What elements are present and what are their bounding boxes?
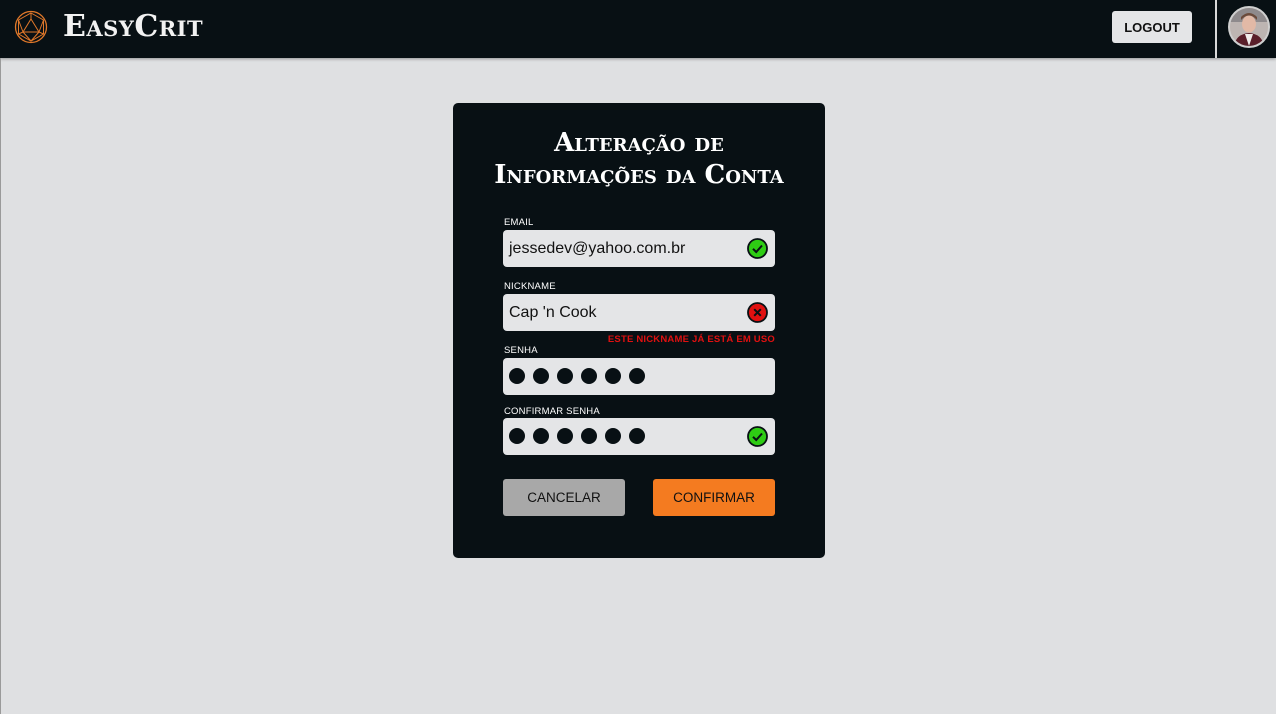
check-icon	[747, 238, 768, 259]
navbar-divider	[1215, 0, 1217, 58]
user-avatar[interactable]	[1228, 6, 1270, 48]
d20-icon[interactable]	[14, 10, 48, 44]
password-dot	[629, 368, 645, 384]
password-dot	[605, 428, 621, 444]
nickname-value: Cap 'n Cook	[509, 304, 597, 321]
password-dot	[509, 368, 525, 384]
account-edit-card: Alteração de Informações da Conta EMAIL …	[453, 103, 825, 558]
error-icon	[747, 302, 768, 323]
password-dot	[605, 368, 621, 384]
password-dot	[533, 428, 549, 444]
top-navbar: EasyCrit LOGOUT	[0, 0, 1276, 58]
page-left-border	[0, 58, 1, 714]
logout-button[interactable]: LOGOUT	[1112, 11, 1192, 43]
email-label: EMAIL	[504, 217, 534, 228]
password-field[interactable]	[503, 358, 775, 395]
password-label: SENHA	[504, 345, 538, 356]
password-dot	[533, 368, 549, 384]
password-dot	[557, 428, 573, 444]
cancel-button[interactable]: CANCELAR	[503, 479, 625, 516]
title-line-1: Alteração de	[554, 128, 724, 158]
password-dot	[629, 428, 645, 444]
password-dot	[581, 368, 597, 384]
avatar-icon	[1230, 8, 1268, 46]
title-line-2: Informações da Conta	[494, 160, 784, 190]
page-title: Alteração de Informações da Conta	[453, 127, 825, 191]
email-value: jessedev@yahoo.com.br	[509, 240, 686, 257]
nickname-label: NICKNAME	[504, 281, 556, 292]
password-mask	[509, 368, 645, 384]
confirm-password-label: CONFIRMAR SENHA	[504, 406, 600, 417]
brand-name[interactable]: EasyCrit	[63, 8, 203, 46]
email-field[interactable]: jessedev@yahoo.com.br	[503, 230, 775, 267]
nickname-field[interactable]: Cap 'n Cook	[503, 294, 775, 331]
password-dot	[509, 428, 525, 444]
password-dot	[581, 428, 597, 444]
password-dot	[557, 368, 573, 384]
confirm-password-field[interactable]	[503, 418, 775, 455]
nickname-error-message: ESTE NICKNAME JÁ ESTÁ EM USO	[607, 334, 775, 345]
check-icon	[747, 426, 768, 447]
confirm-password-mask	[509, 428, 645, 444]
confirm-button[interactable]: CONFIRMAR	[653, 479, 775, 516]
